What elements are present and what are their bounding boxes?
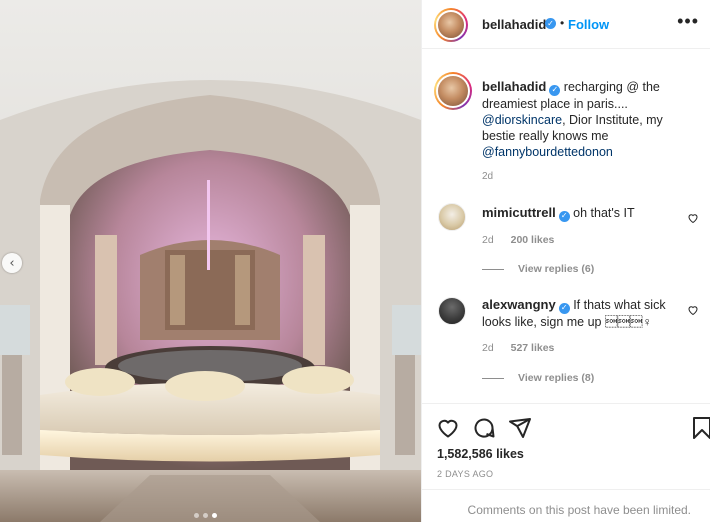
post-timestamp[interactable]: 2 DAYS AGO — [437, 469, 493, 479]
commenter-avatar[interactable] — [438, 203, 466, 231]
verified-badge-icon: ✓ — [558, 210, 570, 222]
author-avatar[interactable] — [434, 8, 468, 42]
caption-username[interactable]: bellahadid — [482, 79, 546, 94]
comment-body: oh that's IT — [573, 206, 635, 220]
carousel-dot — [203, 513, 208, 518]
bookmark-icon[interactable] — [690, 416, 710, 440]
caption-text: bellahadid ✓ recharging @ the dreamiest p… — [482, 79, 697, 160]
post-sidebar: bellahadid ✓ • Follow ••• bellahadid ✓ re… — [421, 0, 710, 522]
heart-icon[interactable] — [436, 416, 460, 440]
verified-badge-icon: ✓ — [545, 18, 556, 29]
share-icon[interactable] — [508, 416, 532, 440]
more-options-icon[interactable]: ••• — [677, 12, 699, 30]
comment-likes[interactable]: 200 likes — [511, 234, 555, 246]
carousel-indicator — [194, 513, 217, 518]
verified-badge-icon: ✓ — [558, 302, 570, 314]
comment-timestamp[interactable]: 2d — [482, 234, 494, 246]
caption-avatar[interactable] — [434, 72, 472, 110]
heart-icon[interactable] — [687, 212, 699, 224]
view-replies-button[interactable]: View replies (6) — [482, 263, 594, 275]
author-username[interactable]: bellahadid — [482, 17, 546, 32]
likes-count[interactable]: 1,582,586 likes — [437, 447, 524, 461]
comment-likes[interactable]: 527 likes — [511, 342, 555, 354]
replies-divider — [482, 268, 504, 270]
commenter-username[interactable]: alexwangny — [482, 297, 556, 312]
comment-text: mimicuttrell ✓ oh that's IT — [482, 205, 682, 222]
view-replies-label: View replies (8) — [518, 372, 595, 384]
comments-limited-notice: Comments on this post have been limited. — [422, 489, 710, 522]
comment-timestamp[interactable]: 2d — [482, 342, 494, 354]
comments-list[interactable]: bellahadid ✓ recharging @ the dreamiest p… — [422, 50, 710, 402]
carousel-dot-active — [212, 513, 217, 518]
comments-limited-text: Comments on this post have been limited. — [467, 503, 691, 517]
heart-icon[interactable] — [687, 304, 699, 316]
chevron-left-icon: ‹ — [9, 255, 15, 271]
separator-dot: • — [560, 16, 565, 30]
comment-meta: 2d 527 likes — [482, 342, 554, 354]
comment-meta: 2d 200 likes — [482, 234, 554, 246]
view-replies-label: View replies (6) — [518, 263, 595, 275]
mention-link[interactable]: @fannybourdettedonon — [482, 145, 613, 159]
commenter-avatar[interactable] — [438, 297, 466, 325]
post-photo[interactable]: ‹ — [0, 0, 421, 522]
view-replies-button[interactable]: View replies (8) — [482, 372, 594, 384]
commenter-username[interactable]: mimicuttrell — [482, 205, 556, 220]
replies-divider — [482, 377, 504, 379]
verified-badge-icon: ✓ — [549, 84, 561, 96]
comment-text: alexwangny ✓ If thats what sick looks lik… — [482, 297, 682, 330]
post-actions: 1,582,586 likes 2 DAYS AGO Comments on t… — [422, 403, 710, 522]
post-header: bellahadid ✓ • Follow ••• — [422, 0, 710, 49]
caption-timestamp[interactable]: 2d — [482, 171, 493, 182]
follow-button[interactable]: Follow — [568, 17, 609, 32]
carousel-dot — [194, 513, 199, 518]
spa-interior-image — [0, 0, 421, 522]
comment-icon[interactable] — [472, 416, 496, 440]
mention-link[interactable]: @diorskincare — [482, 113, 562, 127]
carousel-prev-button[interactable]: ‹ — [2, 253, 22, 273]
